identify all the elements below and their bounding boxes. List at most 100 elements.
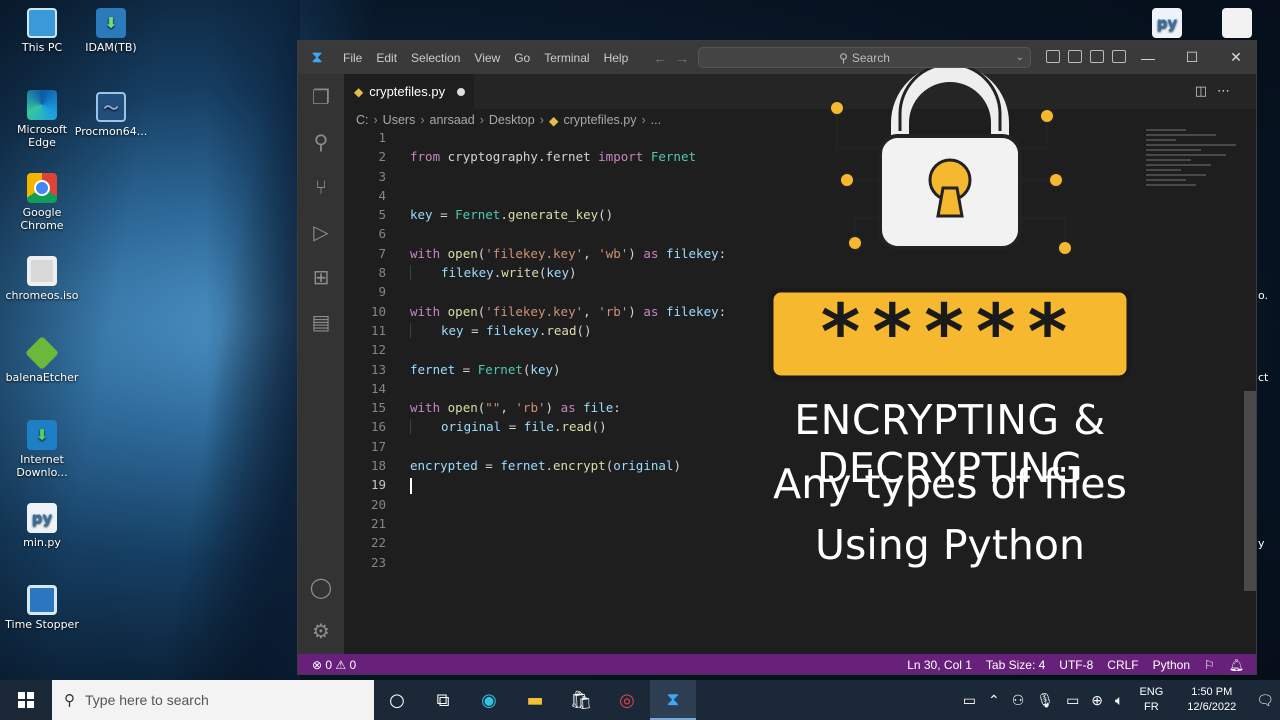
- encoding[interactable]: UTF-8: [1059, 658, 1093, 672]
- microphone-icon[interactable]: 🎙︎: [1030, 692, 1060, 709]
- volume-icon[interactable]: 🔈︎: [1109, 692, 1129, 709]
- notifications-icon[interactable]: 🗨︎: [1250, 692, 1280, 709]
- desktop-icon-procmon[interactable]: 〜 Procmon64...: [74, 92, 148, 138]
- python-file-icon: py: [27, 503, 57, 533]
- desktop-label-fragment: ct: [1258, 371, 1269, 384]
- customize-layout-icon[interactable]: [1112, 50, 1126, 63]
- desktop-icon-chrome[interactable]: Google Chrome: [5, 173, 79, 232]
- menu-view[interactable]: View: [467, 51, 507, 65]
- desktop-icon-idam[interactable]: ⬇ IDAM(TB): [74, 8, 148, 54]
- edge-taskbar-icon[interactable]: ◉: [466, 680, 512, 720]
- toggle-panel-icon[interactable]: [1068, 50, 1082, 63]
- python-file-icon: ◆: [548, 113, 559, 128]
- feedback-icon[interactable]: ⚐: [1204, 658, 1215, 672]
- nav-back-forward-icon[interactable]: ←→: [653, 50, 697, 66]
- run-debug-icon[interactable]: ▷: [308, 219, 334, 245]
- text-cursor: [410, 477, 412, 494]
- more-actions-icon[interactable]: ⋯: [1217, 84, 1240, 99]
- status-bar: ⊗ 0 ⚠ 0 Ln 30, Col 1 Tab Size: 4 UTF-8 C…: [298, 654, 1256, 674]
- document-icon: [1222, 8, 1252, 38]
- file-explorer-icon[interactable]: ▬: [512, 680, 558, 720]
- code-text: fernet = Fernet(key): [410, 361, 561, 377]
- disc-icon: [27, 256, 57, 286]
- scrollbar-thumb[interactable]: [1244, 391, 1256, 591]
- menu-file[interactable]: File: [336, 51, 369, 65]
- menu-go[interactable]: Go: [507, 51, 537, 65]
- menu-help[interactable]: Help: [597, 51, 636, 65]
- close-icon[interactable]: ✕: [1214, 49, 1256, 66]
- network-icon[interactable]: ⊕: [1085, 692, 1109, 709]
- desktop-icon-idm[interactable]: ⬇ Internet Downlo...: [5, 420, 79, 479]
- breadcrumb-item[interactable]: ...: [651, 113, 661, 127]
- cursor-position[interactable]: Ln 30, Col 1: [907, 658, 972, 672]
- task-view-icon[interactable]: ⧉: [420, 680, 466, 720]
- account-icon[interactable]: ◯: [308, 574, 334, 600]
- chrome-icon: [27, 173, 57, 203]
- store-icon[interactable]: 🛍︎: [558, 680, 604, 720]
- minimap[interactable]: [1146, 129, 1246, 219]
- vscode-logo-icon: ⧗: [311, 48, 323, 66]
- extensions-icon[interactable]: ⊞: [308, 264, 334, 290]
- remote-explorer-icon[interactable]: ▤: [308, 309, 334, 335]
- command-center-search[interactable]: ⚲ Search ⌄: [698, 47, 1031, 68]
- breadcrumb-item[interactable]: C:: [356, 113, 369, 127]
- menu-selection[interactable]: Selection: [404, 51, 467, 65]
- minimize-icon[interactable]: —: [1126, 50, 1170, 66]
- maximize-icon[interactable]: ☐: [1170, 49, 1214, 66]
- desktop-icon-edge[interactable]: Microsoft Edge: [5, 90, 79, 149]
- desktop-icon-chromeos-iso[interactable]: chromeos.iso: [5, 256, 79, 302]
- desktop-icon-python-file[interactable]: py: [1150, 8, 1184, 41]
- keyboard-layout: FR: [1144, 701, 1159, 713]
- source-control-icon[interactable]: ⑂: [308, 174, 334, 200]
- tab-cryptefiles[interactable]: ◆ cryptefiles.py: [344, 74, 474, 109]
- timer-icon: [27, 585, 57, 615]
- settings-gear-icon[interactable]: ⚙: [308, 618, 334, 644]
- language-code: ENG: [1139, 686, 1164, 698]
- clock[interactable]: 1:50 PM 12/6/2022: [1173, 685, 1250, 715]
- desktop-icon-this-pc[interactable]: This PC: [5, 8, 79, 54]
- input-language[interactable]: ENG FR: [1129, 685, 1173, 715]
- desktop-wallpaper-stripe: [205, 0, 300, 680]
- tab-size[interactable]: Tab Size: 4: [986, 658, 1045, 672]
- line-number: 16: [370, 419, 386, 435]
- python-file-icon: py: [1152, 8, 1182, 38]
- problems-indicator[interactable]: ⊗ 0 ⚠ 0: [312, 658, 356, 672]
- taskbar-app-icon[interactable]: ◎: [604, 680, 650, 720]
- unsaved-dot-icon[interactable]: [457, 87, 466, 96]
- battery-icon[interactable]: ▭: [1060, 692, 1085, 709]
- line-number: 18: [370, 458, 386, 474]
- search-icon[interactable]: ⚲: [308, 129, 334, 155]
- code-text: encrypted = fernet.encrypt(original): [410, 458, 681, 474]
- desktop-icon-document[interactable]: [1220, 8, 1254, 41]
- split-editor-icon[interactable]: ◫: [1195, 84, 1217, 99]
- breadcrumb-item[interactable]: anrsaad: [430, 113, 475, 127]
- line-ending[interactable]: CRLF: [1107, 658, 1138, 672]
- start-button[interactable]: [0, 680, 52, 720]
- cortana-icon[interactable]: ○: [374, 680, 420, 720]
- chevron-up-icon[interactable]: ⌃: [982, 692, 1006, 709]
- menu-edit[interactable]: Edit: [369, 51, 404, 65]
- breadcrumb-item[interactable]: Users: [383, 113, 416, 127]
- desktop-icon-balena[interactable]: balenaEtcher: [5, 336, 79, 384]
- line-number: 14: [370, 380, 386, 396]
- windows-logo-icon: [18, 692, 34, 708]
- action-center-panel-icon[interactable]: ▭: [957, 692, 982, 709]
- language-mode[interactable]: Python: [1153, 658, 1190, 672]
- explorer-icon[interactable]: ❐: [308, 84, 334, 110]
- breadcrumb-item[interactable]: cryptefiles.py: [564, 113, 637, 127]
- chevron-right-icon: ›: [641, 113, 646, 127]
- toggle-sidebar-icon[interactable]: [1046, 50, 1060, 63]
- taskbar-search[interactable]: ⚲ Type here to search: [52, 680, 374, 720]
- desktop-icon-min-py[interactable]: py min.py: [5, 503, 79, 549]
- toggle-secondary-sidebar-icon[interactable]: [1090, 50, 1104, 63]
- line-number: 11: [370, 322, 386, 338]
- overlay-title-line3: Using Python: [815, 521, 1085, 569]
- notifications-bell-icon[interactable]: 🔔︎: [1229, 658, 1244, 672]
- breadcrumb-item[interactable]: Desktop: [489, 113, 535, 127]
- vscode-taskbar-icon[interactable]: ⧗: [650, 680, 696, 720]
- editor-scrollbar[interactable]: [1244, 129, 1256, 649]
- desktop-icon-time-stopper[interactable]: Time Stopper: [5, 585, 79, 631]
- menu-terminal[interactable]: Terminal: [537, 51, 596, 65]
- usb-icon[interactable]: ⚇: [1006, 692, 1031, 709]
- clock-time: 1:50 PM: [1191, 686, 1233, 698]
